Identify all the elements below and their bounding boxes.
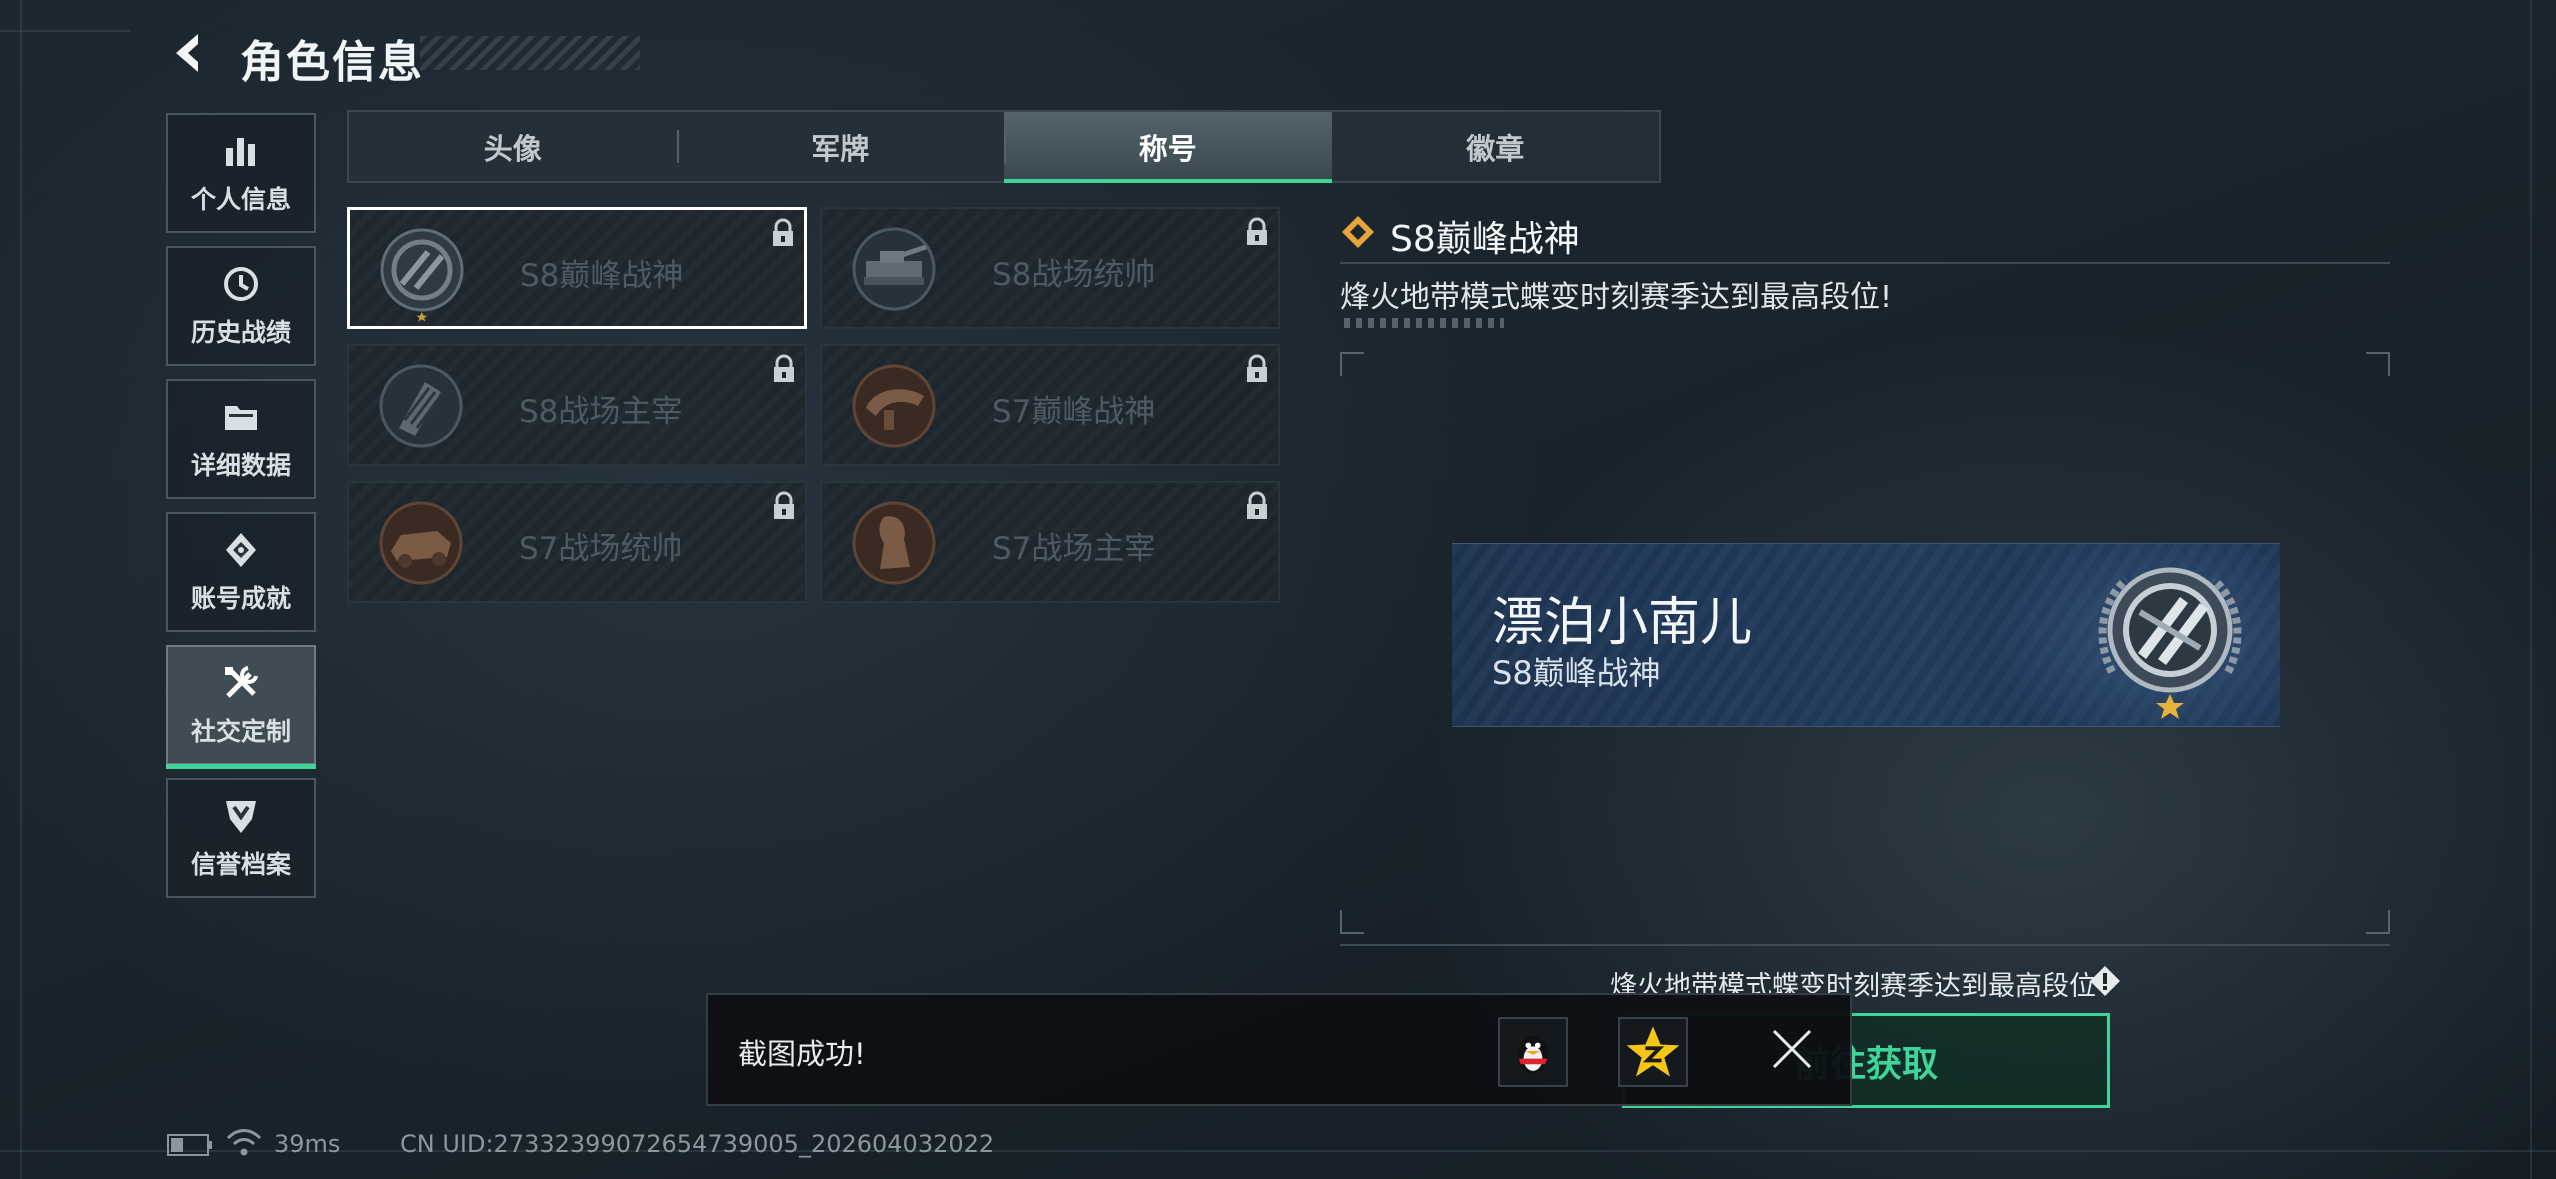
lock-icon xyxy=(773,218,793,246)
sidebar-item-label: 详细数据 xyxy=(190,451,291,480)
medal-icon xyxy=(2098,567,2242,719)
tab-avatar[interactable]: 头像 xyxy=(349,112,677,181)
tab-badge[interactable]: 徽章 xyxy=(1332,112,1660,181)
title-card-label: S7战场主宰 xyxy=(992,531,1156,567)
sidebar-item-label: 社交定制 xyxy=(190,717,291,746)
medal-icon xyxy=(380,228,464,322)
nameplate-preview: 漂泊小南儿 S8巅峰战神 xyxy=(1452,543,2280,727)
page-title: 角色信息 xyxy=(240,37,424,88)
credit-shield-icon xyxy=(226,801,256,833)
background-grid-line xyxy=(20,0,22,1179)
title-card[interactable]: S8战场统帅 xyxy=(820,207,1280,329)
sidebar-item-credit-profile[interactable]: 信誉档案 xyxy=(166,778,316,898)
nameplate-title: S8巅峰战神 xyxy=(1492,654,1661,692)
title-card[interactable]: S8战场主宰 xyxy=(347,344,807,466)
close-icon[interactable] xyxy=(1768,1025,1816,1073)
title-card-label: S7战场统帅 xyxy=(519,531,683,567)
qq-penguin-icon xyxy=(1517,1035,1549,1074)
title-card-label: S8巅峰战神 xyxy=(520,258,684,294)
tab-bar: 头像 军牌 称号 徽章 xyxy=(347,110,1661,183)
toast-message: 截图成功! xyxy=(738,1037,866,1071)
sidebar-item-label: 账号成就 xyxy=(190,584,291,613)
sidebar-item-personal-info[interactable]: 个人信息 xyxy=(166,113,316,233)
sidebar-item-history[interactable]: 历史战绩 xyxy=(166,246,316,366)
lock-icon xyxy=(1247,491,1267,519)
qzone-star-icon xyxy=(1626,1026,1680,1077)
share-qq-button[interactable] xyxy=(1498,1017,1568,1087)
detail-subtext-placeholder xyxy=(1344,318,1504,328)
frame-corner xyxy=(2366,910,2390,934)
player-name: 漂泊小南儿 xyxy=(1492,593,1753,653)
frame-corner xyxy=(2366,352,2390,376)
frame-corner xyxy=(1340,352,1364,376)
diamond-icon xyxy=(1342,216,1374,248)
divider xyxy=(1340,944,2390,946)
lock-icon xyxy=(774,491,794,519)
background-grid-line xyxy=(0,1150,2556,1152)
sidebar-item-label: 历史战绩 xyxy=(190,318,291,347)
sidebar-item-achievements[interactable]: 账号成就 xyxy=(166,512,316,632)
folder-icon xyxy=(225,406,257,430)
title-decoration xyxy=(420,36,640,70)
tab-title[interactable]: 称号 xyxy=(1004,112,1332,183)
sidebar-item-detailed-data[interactable]: 详细数据 xyxy=(166,379,316,499)
warning-icon[interactable] xyxy=(2088,964,2122,998)
background-grid-line xyxy=(2530,0,2532,1179)
tools-icon xyxy=(225,666,258,698)
title-card[interactable]: S7战场统帅 xyxy=(347,481,807,603)
wifi-icon xyxy=(226,1129,262,1156)
title-card-label: S8战场统帅 xyxy=(992,257,1156,293)
detail-title: S8巅峰战神 xyxy=(1390,219,1580,260)
medal-icon xyxy=(852,227,936,311)
share-qzone-button[interactable] xyxy=(1618,1017,1688,1087)
achievement-icon xyxy=(226,533,256,567)
screenshot-toast: 截图成功! xyxy=(706,993,1852,1106)
medal-icon xyxy=(379,501,463,585)
back-arrow-icon[interactable] xyxy=(166,30,212,76)
medal-icon xyxy=(379,364,463,448)
title-card-label: S7巅峰战神 xyxy=(992,394,1156,430)
tab-dog-tag[interactable]: 军牌 xyxy=(676,112,1005,181)
title-card-label: S8战场主宰 xyxy=(519,394,683,430)
bar-chart-icon xyxy=(226,138,255,166)
title-card[interactable]: S8巅峰战神 xyxy=(347,207,807,329)
divider xyxy=(1340,262,2390,264)
medal-icon xyxy=(852,501,936,585)
history-clock-icon xyxy=(224,267,258,301)
battery-icon xyxy=(167,1134,212,1156)
background-grid-line xyxy=(0,30,130,32)
sidebar-item-label: 信誉档案 xyxy=(190,850,291,879)
sidebar-item-social-custom[interactable]: 社交定制 xyxy=(166,645,316,769)
title-card[interactable]: S7巅峰战神 xyxy=(820,344,1280,466)
medal-icon xyxy=(852,364,936,448)
frame-corner xyxy=(1340,910,1364,934)
lock-icon xyxy=(1247,217,1267,245)
ping-value: 39ms xyxy=(274,1130,341,1158)
lock-icon xyxy=(1247,354,1267,382)
detail-description: 烽火地带模式蝶变时刻赛季达到最高段位! xyxy=(1340,280,1893,315)
title-card[interactable]: S7战场主宰 xyxy=(820,481,1280,603)
user-uid: CN UID:27332399072654739005_202604032022 xyxy=(400,1130,995,1158)
lock-icon xyxy=(774,354,794,382)
sidebar-item-label: 个人信息 xyxy=(190,185,291,214)
